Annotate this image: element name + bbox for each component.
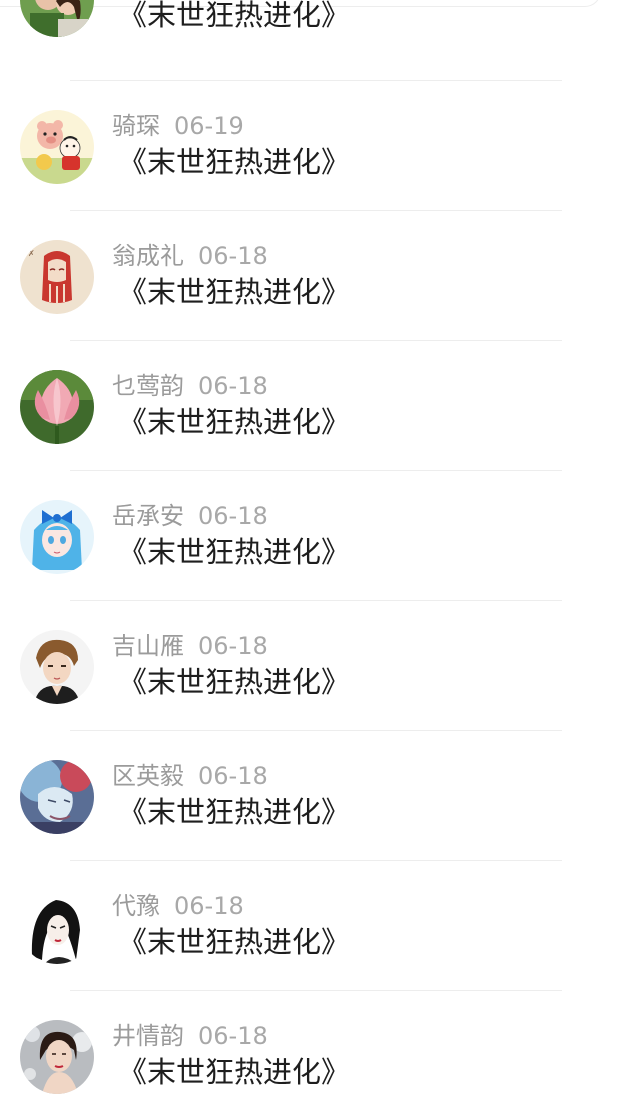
- divider: [70, 730, 562, 731]
- comment-item[interactable]: 骑琛 06-19 《末世狂热进化》: [0, 98, 640, 228]
- anime-boy-icon[interactable]: [20, 630, 94, 704]
- comment-text: 《末世狂热进化》: [118, 405, 351, 439]
- comment-item[interactable]: 岳承安 06-18 《末世狂热进化》: [0, 488, 640, 618]
- comment-item[interactable]: 井情韵 06-18 《末世狂热进化》: [0, 1008, 640, 1100]
- comment-meta: 乜莺韵 06-18: [112, 370, 268, 402]
- comment-text: 《末世狂热进化》: [118, 145, 351, 179]
- divider: [70, 470, 562, 471]
- ice-face-art-icon[interactable]: [20, 760, 94, 834]
- comment-item[interactable]: 乜莺韵 06-18 《末世狂热进化》: [0, 358, 640, 488]
- cartoon-pig-icon[interactable]: [20, 110, 94, 184]
- comment-meta: 翁成礼 06-18: [112, 240, 268, 272]
- username[interactable]: 骑琛: [112, 112, 160, 140]
- svg-text:✗: ✗: [28, 249, 35, 258]
- comment-date: 06-18: [174, 892, 244, 920]
- comment-meta: 岳承安 06-18: [112, 500, 268, 532]
- divider: [70, 210, 562, 211]
- username[interactable]: 岳承安: [112, 502, 184, 530]
- comment-date: 06-18: [198, 632, 268, 660]
- divider: [70, 860, 562, 861]
- comment-meta: 骑琛 06-19: [112, 110, 244, 142]
- lotus-flower-icon[interactable]: [20, 370, 94, 444]
- divider: [70, 600, 562, 601]
- comment-text: 《末世狂热进化》: [118, 665, 351, 699]
- comment-date: 06-18: [198, 502, 268, 530]
- username[interactable]: 乜莺韵: [112, 372, 184, 400]
- comment-text: 《末世狂热进化》: [118, 925, 351, 959]
- comment-meta: 井情韵 06-18: [112, 1020, 268, 1052]
- comment-date: 06-18: [198, 1022, 268, 1050]
- couple-photo-icon[interactable]: [20, 0, 94, 37]
- username[interactable]: 区英毅: [112, 762, 184, 790]
- comment-meta: 区英毅 06-18: [112, 760, 268, 792]
- username[interactable]: 翁成礼: [112, 242, 184, 270]
- divider: [70, 80, 562, 81]
- comment-page: 《末世狂热进化》 骑琛 06-19 《末世狂热进化》 ✗ 翁成礼 06-18 《…: [0, 0, 640, 1100]
- username[interactable]: 吉山雁: [112, 632, 184, 660]
- comment-date: 06-19: [174, 112, 244, 140]
- anime-girl-blue-bow-icon[interactable]: [20, 500, 94, 574]
- comment-item[interactable]: 《末世狂热进化》: [0, 0, 640, 81]
- divider: [70, 340, 562, 341]
- comment-text: 《末世狂热进化》: [118, 535, 351, 569]
- comment-item[interactable]: ✗ 翁成礼 06-18 《末世狂热进化》: [0, 228, 640, 358]
- comment-date: 06-18: [198, 372, 268, 400]
- red-braid-drawing-icon[interactable]: ✗: [20, 240, 94, 314]
- comment-text: 《末世狂热进化》: [118, 1055, 351, 1089]
- ink-woman-portrait-icon[interactable]: [20, 890, 94, 964]
- comment-item[interactable]: 区英毅 06-18 《末世狂热进化》: [0, 748, 640, 878]
- comment-text: 《末世狂热进化》: [118, 795, 351, 829]
- username[interactable]: 井情韵: [112, 1022, 184, 1050]
- comment-text: 《末世狂热进化》: [118, 275, 351, 309]
- comment-meta: 吉山雁 06-18: [112, 630, 268, 662]
- comment-meta: 代豫 06-18: [112, 890, 244, 922]
- comment-date: 06-18: [198, 242, 268, 270]
- username[interactable]: 代豫: [112, 892, 160, 920]
- comment-item[interactable]: 代豫 06-18 《末世狂热进化》: [0, 878, 640, 1008]
- divider: [70, 990, 562, 991]
- comment-item[interactable]: 吉山雁 06-18 《末世狂热进化》: [0, 618, 640, 748]
- comment-date: 06-18: [198, 762, 268, 790]
- woman-photo-icon[interactable]: [20, 1020, 94, 1094]
- comment-text: 《末世狂热进化》: [118, 0, 351, 32]
